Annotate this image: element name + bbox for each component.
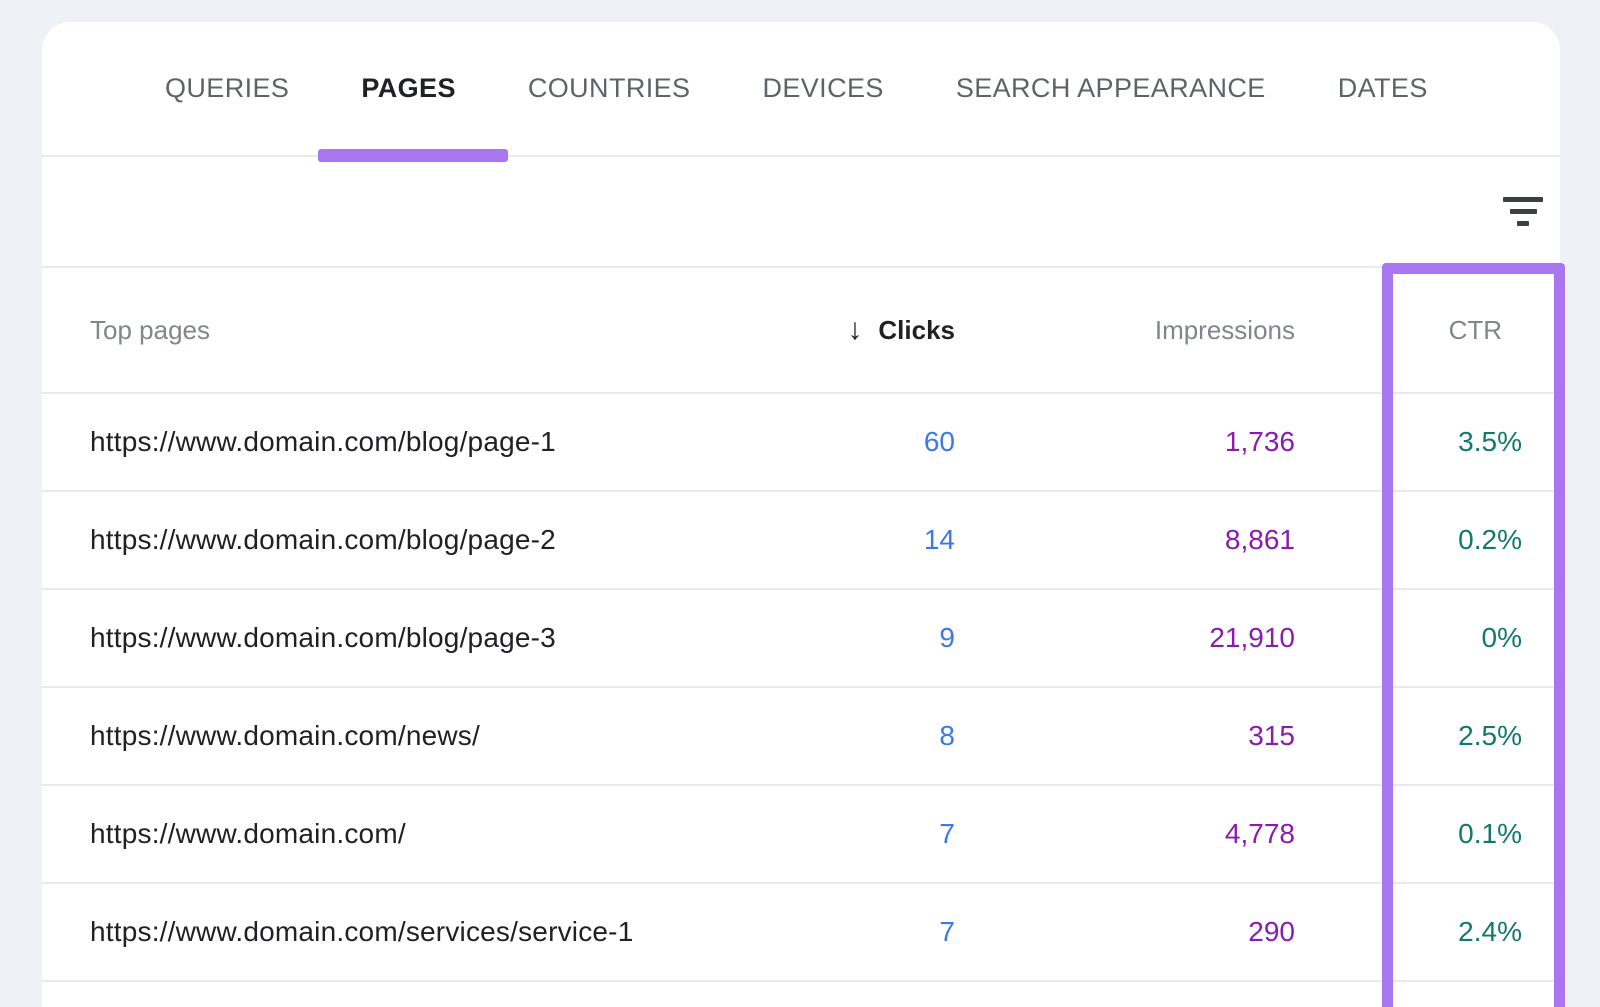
page-url: https://www.domain.com/services/service-… xyxy=(42,916,682,948)
tab-dates[interactable]: DATES xyxy=(1338,73,1428,104)
dimension-tabs: QUERIES PAGES COUNTRIES DEVICES SEARCH A… xyxy=(42,22,1560,157)
table-row[interactable]: https://www.domain.com/services/service-… xyxy=(42,884,1560,982)
ctr-value: 0% xyxy=(1482,622,1560,654)
ctr-value: 3.5% xyxy=(1458,426,1560,458)
clicks-value: 7 xyxy=(939,916,1062,948)
page-url: https://www.domain.com/blog/page-2 xyxy=(42,524,682,556)
impressions-value: 21,910 xyxy=(1209,622,1382,654)
clicks-value: 7 xyxy=(939,818,1062,850)
impressions-value: 290 xyxy=(1248,916,1382,948)
clicks-value: 8 xyxy=(939,720,1062,752)
tab-queries[interactable]: QUERIES xyxy=(165,73,289,104)
tab-countries[interactable]: COUNTRIES xyxy=(528,73,691,104)
table-row[interactable]: https://www.domain.com/blog/page-2 14 8,… xyxy=(42,492,1560,590)
page-url: https://www.domain.com/ xyxy=(42,818,682,850)
clicks-value: 14 xyxy=(924,524,1062,556)
table-row[interactable]: https://www.domain.com/ 7 4,778 0.1% xyxy=(42,786,1560,884)
tab-search-appearance[interactable]: SEARCH APPEARANCE xyxy=(956,73,1266,104)
table-toolbar xyxy=(42,157,1560,268)
clicks-value: 9 xyxy=(939,622,1062,654)
table-row[interactable]: https://www.domain.com/blog/page-3 9 21,… xyxy=(42,590,1560,688)
table-row[interactable]: https://www.domain.com/blog/page-1 60 1,… xyxy=(42,394,1560,492)
page-url: https://www.domain.com/blog/page-3 xyxy=(42,622,682,654)
tab-devices[interactable]: DEVICES xyxy=(762,73,883,104)
column-header-clicks[interactable]: ↓ Clicks xyxy=(847,315,1062,346)
column-header-clicks-label: Clicks xyxy=(878,315,955,346)
ctr-value: 0.1% xyxy=(1458,818,1560,850)
table-header-row: Top pages ↓ Clicks Impressions CTR xyxy=(42,268,1560,394)
filter-icon[interactable] xyxy=(1500,189,1546,235)
ctr-value: 2.4% xyxy=(1458,916,1560,948)
table-row[interactable]: https://www.domain.com/news/ 8 315 2.5% xyxy=(42,688,1560,786)
page-url: https://www.domain.com/news/ xyxy=(42,720,682,752)
sort-descending-icon: ↓ xyxy=(847,315,862,345)
ctr-value: 0.2% xyxy=(1458,524,1560,556)
tab-pages[interactable]: PAGES xyxy=(361,73,456,104)
impressions-value: 8,861 xyxy=(1225,524,1382,556)
page-url: https://www.domain.com/blog/page-1 xyxy=(42,426,682,458)
performance-report-card: QUERIES PAGES COUNTRIES DEVICES SEARCH A… xyxy=(42,22,1560,1007)
clicks-value: 60 xyxy=(924,426,1062,458)
impressions-value: 315 xyxy=(1248,720,1382,752)
impressions-value: 1,736 xyxy=(1225,426,1382,458)
impressions-value: 4,778 xyxy=(1225,818,1382,850)
column-header-top-pages[interactable]: Top pages xyxy=(42,315,682,346)
column-header-ctr[interactable]: CTR xyxy=(1449,315,1560,346)
ctr-value: 2.5% xyxy=(1458,720,1560,752)
column-header-impressions[interactable]: Impressions xyxy=(1155,315,1382,346)
